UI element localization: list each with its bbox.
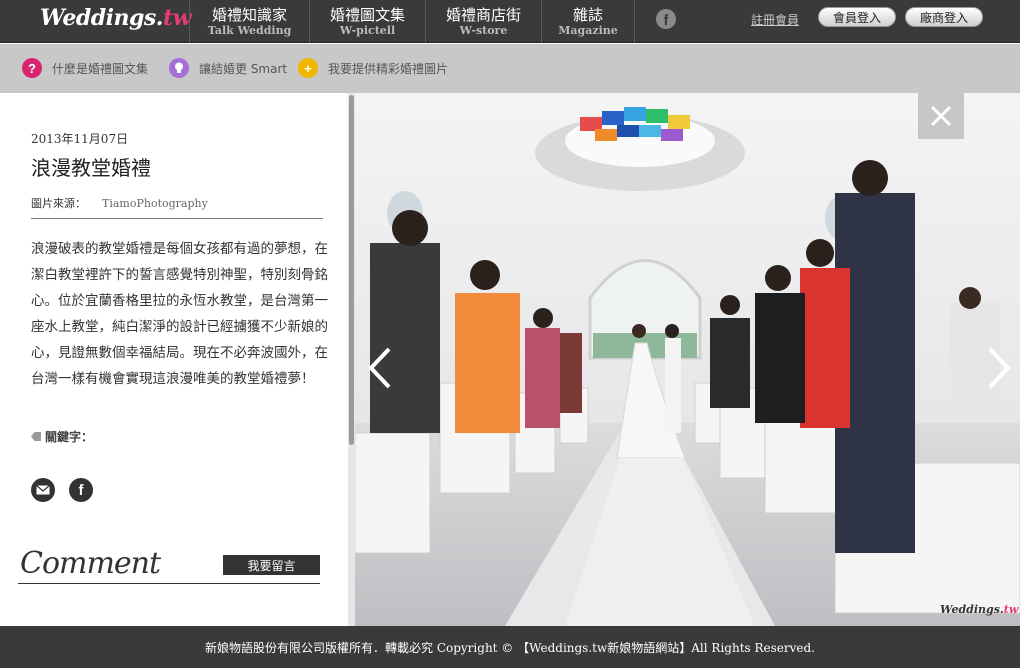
main-nav: 婚禮知識家 Talk Wedding 婚禮圖文集 W-pictell 婚禮商店街… (189, 0, 635, 43)
watermark-tld: tw (1003, 603, 1019, 616)
footer-copyright: 新娘物語股份有限公司版權所有．轉載必究 Copyright © 【Wedding… (0, 626, 1020, 668)
nav-label: 婚禮圖文集 (329, 5, 405, 24)
article-description: 浪漫破表的教堂婚禮是每個女孩都有過的夢想，在潔白教堂裡許下的誓言感覺特別神聖，特… (31, 241, 328, 387)
sub-navigation-bar: ? 什麼是婚禮圖文集 讓結婚更 Smart + 我要提供精彩婚禮圖片 (0, 44, 1020, 93)
wedding-photo (355, 93, 1020, 626)
divider (31, 218, 323, 219)
leave-comment-button[interactable]: 我要留言 (223, 555, 320, 575)
photo-watermark: Weddings.tw (940, 603, 1018, 616)
envelope-icon (36, 485, 50, 495)
subnav-submit-photos[interactable]: + 我要提供精彩婚禮圖片 (298, 58, 448, 78)
site-logo[interactable]: Weddings. tw (40, 5, 192, 35)
subnav-smart[interactable]: 讓結婚更 Smart (169, 58, 287, 78)
article-date: 2013年11月07日 (31, 132, 129, 146)
chevron-right-icon (988, 347, 1011, 389)
previous-photo-button[interactable] (365, 345, 395, 391)
member-login-button[interactable]: 會員登入 (818, 7, 896, 27)
chapel-photo-illustration (355, 93, 1020, 626)
comment-divider (18, 583, 320, 584)
scrollbar-thumb[interactable] (349, 95, 354, 445)
subnav-label: 我要提供精彩婚禮圖片 (328, 61, 449, 76)
subnav-label: 什麼是婚禮圖文集 (52, 61, 149, 76)
top-navigation-bar: Weddings. tw 婚禮知識家 Talk Wedding 婚禮圖文集 W-p… (0, 0, 1020, 43)
nav-label: 婚禮知識家 (211, 5, 287, 24)
nav-sublabel: Talk Wedding (207, 23, 292, 37)
register-link[interactable]: 註冊會員 (751, 11, 799, 28)
tag-icon (31, 432, 41, 441)
question-icon: ? (22, 58, 42, 78)
close-button[interactable] (918, 93, 964, 139)
nav-label: 婚禮商店街 (445, 5, 521, 24)
close-icon (930, 105, 952, 127)
subnav-label: 讓結婚更 Smart (199, 61, 288, 76)
nav-sublabel: W-pictell (339, 23, 396, 37)
facebook-icon: f (78, 481, 84, 499)
facebook-share-button[interactable]: f (69, 478, 93, 502)
lightbulb-icon (169, 58, 189, 78)
nav-w-store[interactable]: 婚禮商店街 W-store (425, 0, 541, 43)
photo-source: 圖片來源： TiamoPhotography (31, 195, 208, 211)
nav-sublabel: W-store (459, 23, 508, 37)
nav-w-pictell[interactable]: 婚禮圖文集 W-pictell (309, 0, 425, 43)
nav-sublabel: Magazine (558, 23, 618, 37)
next-photo-button[interactable] (984, 345, 1014, 391)
logo-text: Weddings. (40, 5, 163, 31)
vendor-login-button[interactable]: 廠商登入 (905, 7, 983, 27)
logo-tld: tw (162, 5, 192, 31)
nav-label: 雜誌 (572, 5, 603, 24)
source-value[interactable]: TiamoPhotography (102, 197, 208, 210)
plus-icon: + (298, 58, 318, 78)
nav-talk-wedding[interactable]: 婚禮知識家 Talk Wedding (189, 0, 309, 43)
watermark-text: Weddings. (940, 603, 1004, 616)
subnav-what-is-pictell[interactable]: ? 什麼是婚禮圖文集 (22, 58, 148, 78)
email-share-button[interactable] (31, 478, 55, 502)
facebook-icon[interactable]: f (656, 9, 676, 29)
keywords-label: 關鍵字： (45, 430, 94, 444)
comment-heading: Comment (20, 546, 161, 581)
source-label: 圖片來源： (31, 197, 86, 210)
keywords: 關鍵字： (31, 428, 93, 445)
article-title: 浪漫教堂婚禮 (31, 156, 151, 180)
chevron-left-icon (368, 347, 391, 389)
article-panel: 2013年11月07日 浪漫教堂婚禮 圖片來源： TiamoPhotography… (0, 93, 355, 626)
nav-magazine[interactable]: 雜誌 Magazine (541, 0, 635, 43)
